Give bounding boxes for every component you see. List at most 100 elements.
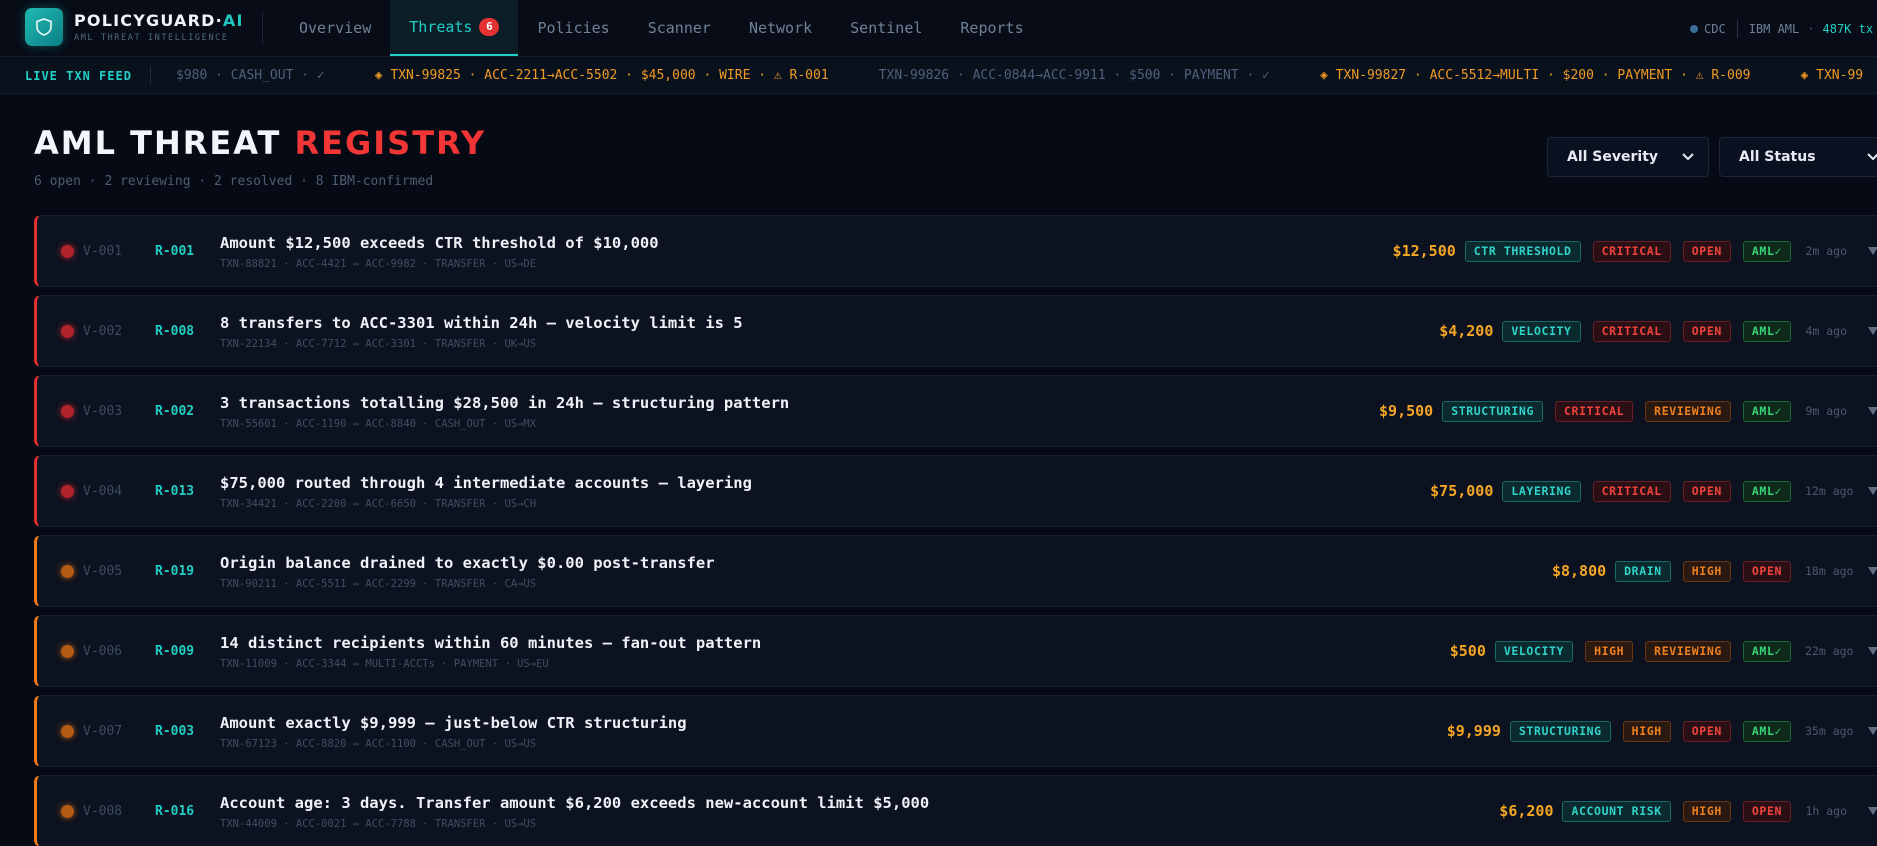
chevron-down-icon [1682,153,1694,161]
expand-chevron-icon[interactable] [1867,726,1877,736]
severity-badge: CRITICAL [1592,240,1671,262]
threat-tags: $8,800 DRAIN HIGH OPEN 18m ago [1552,536,1877,606]
threat-row[interactable]: V-003 R-002 3 transactions totalling $28,5… [34,375,1877,447]
violation-id: V-006 [83,644,123,659]
tab-policies[interactable]: Policies [518,0,628,56]
aml-confirmed-badge: AML✓ [1742,400,1791,422]
brand-name: POLICYGUARD·AI [74,11,244,30]
transaction-details: TXN-11009 · ACC-3344 → MULTI-ACCTs · PAY… [220,658,549,670]
rule-id[interactable]: R-016 [155,804,194,819]
transaction-details: TXN-22134 · ACC-7712 → ACC-3301 · TRANSF… [220,338,537,350]
threat-title: Amount $12,500 exceeds CTR threshold of … [220,234,659,252]
threat-title: Account age: 3 days. Transfer amount $6,… [220,794,930,812]
violation-id: V-001 [83,244,123,259]
rule-id[interactable]: R-002 [155,404,194,419]
category-tag: CTR THRESHOLD [1464,240,1581,262]
transaction-details: TXN-88821 · ACC-4421 → ACC-9982 · TRANSF… [220,258,537,270]
detected-time: 2m ago [1805,244,1847,258]
data-source-label: IBM AML [1748,22,1800,36]
threat-row[interactable]: V-005 R-019 Origin balance drained to exac… [34,535,1877,607]
detected-time: 4m ago [1805,324,1847,338]
threat-amount: $12,500 [1392,242,1456,260]
threat-row[interactable]: V-001 R-001 Amount $12,500 exceeds CTR thr… [34,215,1877,287]
shield-logo-icon[interactable] [25,8,63,46]
threat-tags: $12,500 CTR THRESHOLD CRITICAL OPEN AML✓ 2m a… [1393,216,1877,286]
expand-chevron-icon[interactable] [1867,806,1877,816]
expand-chevron-icon[interactable] [1867,246,1877,256]
feed-ticker: $980 · CASH_OUT · ✓ ◈ TXN-99825 · ACC-22… [176,68,1877,83]
threat-tags: $500 VELOCITY HIGH REVIEWING AML✓ 22m ago [1450,616,1877,686]
page-title: AML THREAT REGISTRY [34,124,487,162]
rule-id[interactable]: R-013 [155,484,194,499]
category-tag: STRUCTURING [1442,400,1543,422]
detected-time: 1h ago [1805,804,1847,818]
threat-row[interactable]: V-004 R-013 $75,000 routed through 4 inter… [34,455,1877,527]
severity-filter-select[interactable]: All Severity [1547,137,1709,177]
severity-indicator-icon [61,325,74,338]
threat-amount: $75,000 [1430,482,1494,500]
transaction-details: TXN-44009 · ACC-0021 → ACC-7788 · TRANSF… [220,818,537,830]
threat-tags: $4,200 VELOCITY CRITICAL OPEN AML✓ 4m ago [1439,296,1877,366]
feed-item: TXN-99826 · ACC-0844→ACC-9911 · $500 · P… [878,68,1271,83]
rule-id[interactable]: R-003 [155,724,194,739]
rule-id[interactable]: R-008 [155,324,194,339]
threat-amount: $9,999 [1446,722,1501,740]
expand-chevron-icon[interactable] [1867,326,1877,336]
rule-id[interactable]: R-019 [155,564,194,579]
severity-badge: CRITICAL [1592,320,1671,342]
tab-threats[interactable]: Threats 6 [390,0,519,56]
detected-time: 12m ago [1805,484,1854,498]
tab-overview[interactable]: Overview [280,0,390,56]
expand-chevron-icon[interactable] [1867,486,1877,496]
cdc-label: CDC [1704,22,1726,36]
rule-id[interactable]: R-009 [155,644,194,659]
severity-badge: CRITICAL [1592,480,1671,502]
status-filter-select[interactable]: All Status [1719,137,1877,177]
aml-confirmed-badge: AML✓ [1742,480,1791,502]
feed-item-alert: ◈ TXN-99825 · ACC-2211→ACC-5502 · $45,00… [374,68,829,83]
severity-badge: HIGH [1682,800,1731,822]
chevron-down-icon [1867,153,1877,161]
threat-row[interactable]: V-002 R-008 8 transfers to ACC-3301 within… [34,295,1877,367]
nav-divider [262,12,263,44]
tab-sentinel[interactable]: Sentinel [831,0,941,56]
status-badge: OPEN [1742,800,1791,822]
threat-title: 3 transactions totalling $28,500 in 24h … [220,394,790,412]
threat-row[interactable]: V-008 R-016 Account age: 3 days. Transfer … [34,775,1877,846]
rule-id[interactable]: R-001 [155,244,194,259]
severity-indicator-icon [61,645,74,658]
threat-amount: $8,800 [1551,562,1607,580]
tab-network[interactable]: Network [730,0,831,56]
brand-tagline: AML THREAT INTELLIGENCE [74,33,229,43]
severity-indicator-icon [61,805,74,818]
tab-reports[interactable]: Reports [941,0,1042,56]
expand-chevron-icon[interactable] [1867,646,1877,656]
category-tag: VELOCITY [1494,640,1574,662]
tab-scanner[interactable]: Scanner [629,0,730,56]
threat-row[interactable]: V-006 R-009 14 distinct recipients within … [34,615,1877,687]
threats-count-badge: 6 [479,18,500,36]
aml-confirmed-badge: AML✓ [1742,640,1791,662]
feed-item-alert: ◈ TXN-99827 · ACC-5512→MULTI · $200 · PA… [1320,68,1751,83]
category-tag: DRAIN [1615,560,1671,582]
status-badge: REVIEWING [1645,400,1731,422]
violation-id: V-008 [83,804,123,819]
status-divider [1736,20,1738,38]
detected-time: 18m ago [1805,564,1854,578]
status-badge: OPEN [1682,320,1731,342]
severity-badge: HIGH [1682,560,1731,582]
feed-divider [150,66,151,85]
aml-confirmed-badge: AML✓ [1742,320,1791,342]
expand-chevron-icon[interactable] [1867,406,1877,416]
category-tag: LAYERING [1502,480,1581,502]
top-navigation-bar: POLICYGUARD·AI AML THREAT INTELLIGENCE O… [0,0,1877,57]
live-transaction-feed: LIVE TXN FEED $980 · CASH_OUT · ✓ ◈ TXN-… [0,57,1877,94]
severity-indicator-icon [61,485,74,498]
transaction-count: 487K tx [1822,22,1874,36]
threat-row[interactable]: V-007 R-003 Amount exactly $9,999 — just-b… [34,695,1877,767]
threat-title: $75,000 routed through 4 intermediate ac… [220,474,752,492]
feed-item-alert: ◈ TXN-99 [1800,68,1864,83]
aml-confirmed-badge: AML✓ [1742,240,1791,262]
expand-chevron-icon[interactable] [1867,566,1877,576]
transaction-details: TXN-34421 · ACC-2200 → ACC-6650 · TRANSF… [220,498,537,510]
